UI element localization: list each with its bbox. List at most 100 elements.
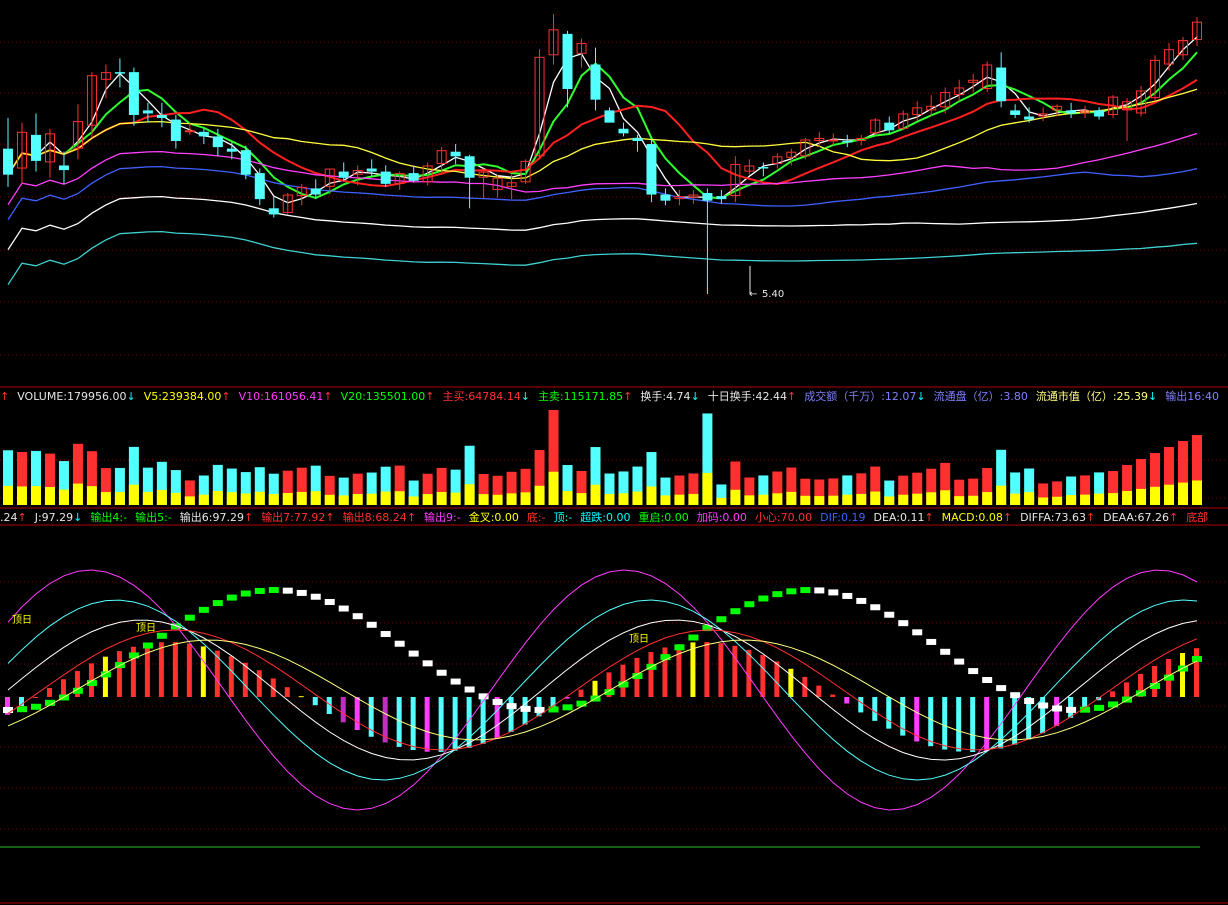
candle-body [702, 193, 713, 201]
candle-body [1066, 110, 1077, 114]
volume-bar-main-buy [422, 494, 433, 505]
ind-item: 底部 [1186, 509, 1208, 526]
volume-bar-main-buy [1108, 493, 1119, 505]
ind-item: 小心:70.00 [755, 509, 812, 526]
vol-value: V10:161056.41 [238, 390, 324, 403]
signal-block [954, 658, 965, 665]
ind-value: J:97.29 [34, 511, 74, 524]
volume-bar-main-buy [1094, 493, 1105, 505]
volume-indicator-header: ↑ VOLUME:179956.00↓ V5:239384.00↑ V10:16105… [0, 388, 1228, 405]
volume-bar-main-buy [688, 493, 699, 505]
arrow-down-icon: ↓ [520, 390, 530, 403]
ind-value: 底部 [1186, 511, 1209, 524]
signal-block [464, 686, 475, 693]
arrow-up-icon: ↑ [17, 511, 27, 524]
indicator-line-j [7, 569, 1198, 811]
volume-bar-main-buy [646, 486, 657, 505]
signal-block [786, 588, 797, 595]
signal-block [814, 587, 825, 594]
volume-bar-main-buy [226, 492, 237, 505]
macd-histogram-bar [60, 679, 66, 697]
macd-histogram-bar [872, 697, 878, 721]
candle [1038, 107, 1049, 122]
vol-item: V5:239384.00↑ [144, 388, 231, 405]
candle-body [114, 72, 125, 74]
vol-value: V5:239384.00 [143, 390, 222, 403]
signal-block [940, 648, 951, 655]
ind-value: 重启:0.00 [638, 511, 689, 524]
vol-value: VOLUME:179956.00 [17, 390, 127, 403]
arrow-down-icon: ↓ [916, 390, 926, 403]
top-day-label: 顶日 [12, 614, 32, 626]
macd-histogram-bar [452, 697, 458, 751]
signal-block [534, 706, 545, 713]
candle-body [366, 168, 377, 172]
macd-histogram-bar [32, 697, 38, 698]
volume-bar-main-buy [604, 493, 615, 505]
volume-bar-main-buy [184, 496, 195, 505]
macd-histogram-bar [760, 655, 766, 697]
candle [282, 193, 293, 215]
signal-block [1038, 702, 1049, 709]
vol-item: 主买:64784.14↓ [443, 388, 530, 405]
macd-histogram-bar [200, 646, 206, 697]
macd-histogram-bar [844, 697, 850, 704]
vol-value: 换手:4.74 [640, 390, 691, 403]
ind-value: 超跌:0.00 [580, 511, 631, 524]
volume-bar-main-buy [828, 495, 839, 505]
signal-block [198, 606, 209, 613]
arrow-up-icon: ↑ [1085, 511, 1096, 524]
candle [3, 118, 13, 187]
volume-bar-main-buy [562, 491, 573, 505]
candle [730, 156, 741, 203]
candle [870, 118, 881, 135]
signal-block [730, 608, 741, 615]
vol-item: 成交额（千万）:12.07↓ [804, 388, 925, 405]
volume-bar-main-buy [618, 493, 629, 505]
low-price-label: 5.40 [762, 289, 784, 300]
candle [114, 58, 125, 88]
ind-value: DEA:0.11 [873, 511, 925, 524]
ind-item: 输出5:- [135, 509, 172, 526]
macd-histogram-bar [942, 697, 948, 750]
candle-body [758, 167, 769, 169]
candle [1010, 104, 1021, 119]
signal-block [744, 601, 755, 608]
macd-histogram-bar [536, 697, 542, 717]
candle-body [310, 188, 321, 195]
signal-block [352, 613, 363, 620]
candle [604, 107, 615, 123]
macd-histogram-bar [186, 643, 192, 697]
signal-block [240, 590, 251, 597]
vol-item: 十日换手:42.44↑ [708, 388, 796, 405]
macd-histogram-bar [690, 642, 696, 697]
candle [380, 165, 391, 187]
indicator-panel [0, 569, 1202, 848]
ind-value: 加码:0.00 [696, 511, 747, 524]
candle-body [380, 171, 391, 184]
ind-item: DEA:0.11↑ [874, 509, 934, 526]
macd-histogram-bar [676, 644, 682, 697]
macd-histogram-bar [1152, 666, 1158, 697]
volume-bar-main-buy [730, 489, 741, 505]
candle-body [240, 150, 251, 175]
volume-bar-main-buy [660, 495, 671, 505]
candle-body [884, 122, 895, 131]
ind-item: MACD:0.08↑ [942, 509, 1012, 526]
macd-histogram-bar [620, 664, 626, 697]
candle-body [632, 137, 643, 141]
volume-bar-main-buy [520, 492, 531, 505]
macd-histogram-bar [886, 697, 892, 729]
signal-block [296, 589, 307, 596]
ind-value: .24 [0, 511, 18, 524]
ind-item: 输出4:- [90, 509, 127, 526]
signal-block [506, 703, 517, 710]
ind-item: 输出6:97.29↑ [180, 509, 253, 526]
candle-body [464, 156, 475, 178]
volume-bar-main-buy [1024, 492, 1035, 505]
candle-body [226, 148, 237, 152]
volume-bar-main-buy [870, 491, 881, 505]
arrow-up-icon: ↑ [325, 511, 335, 524]
volume-bar-main-buy [212, 490, 223, 505]
candle [800, 137, 811, 160]
